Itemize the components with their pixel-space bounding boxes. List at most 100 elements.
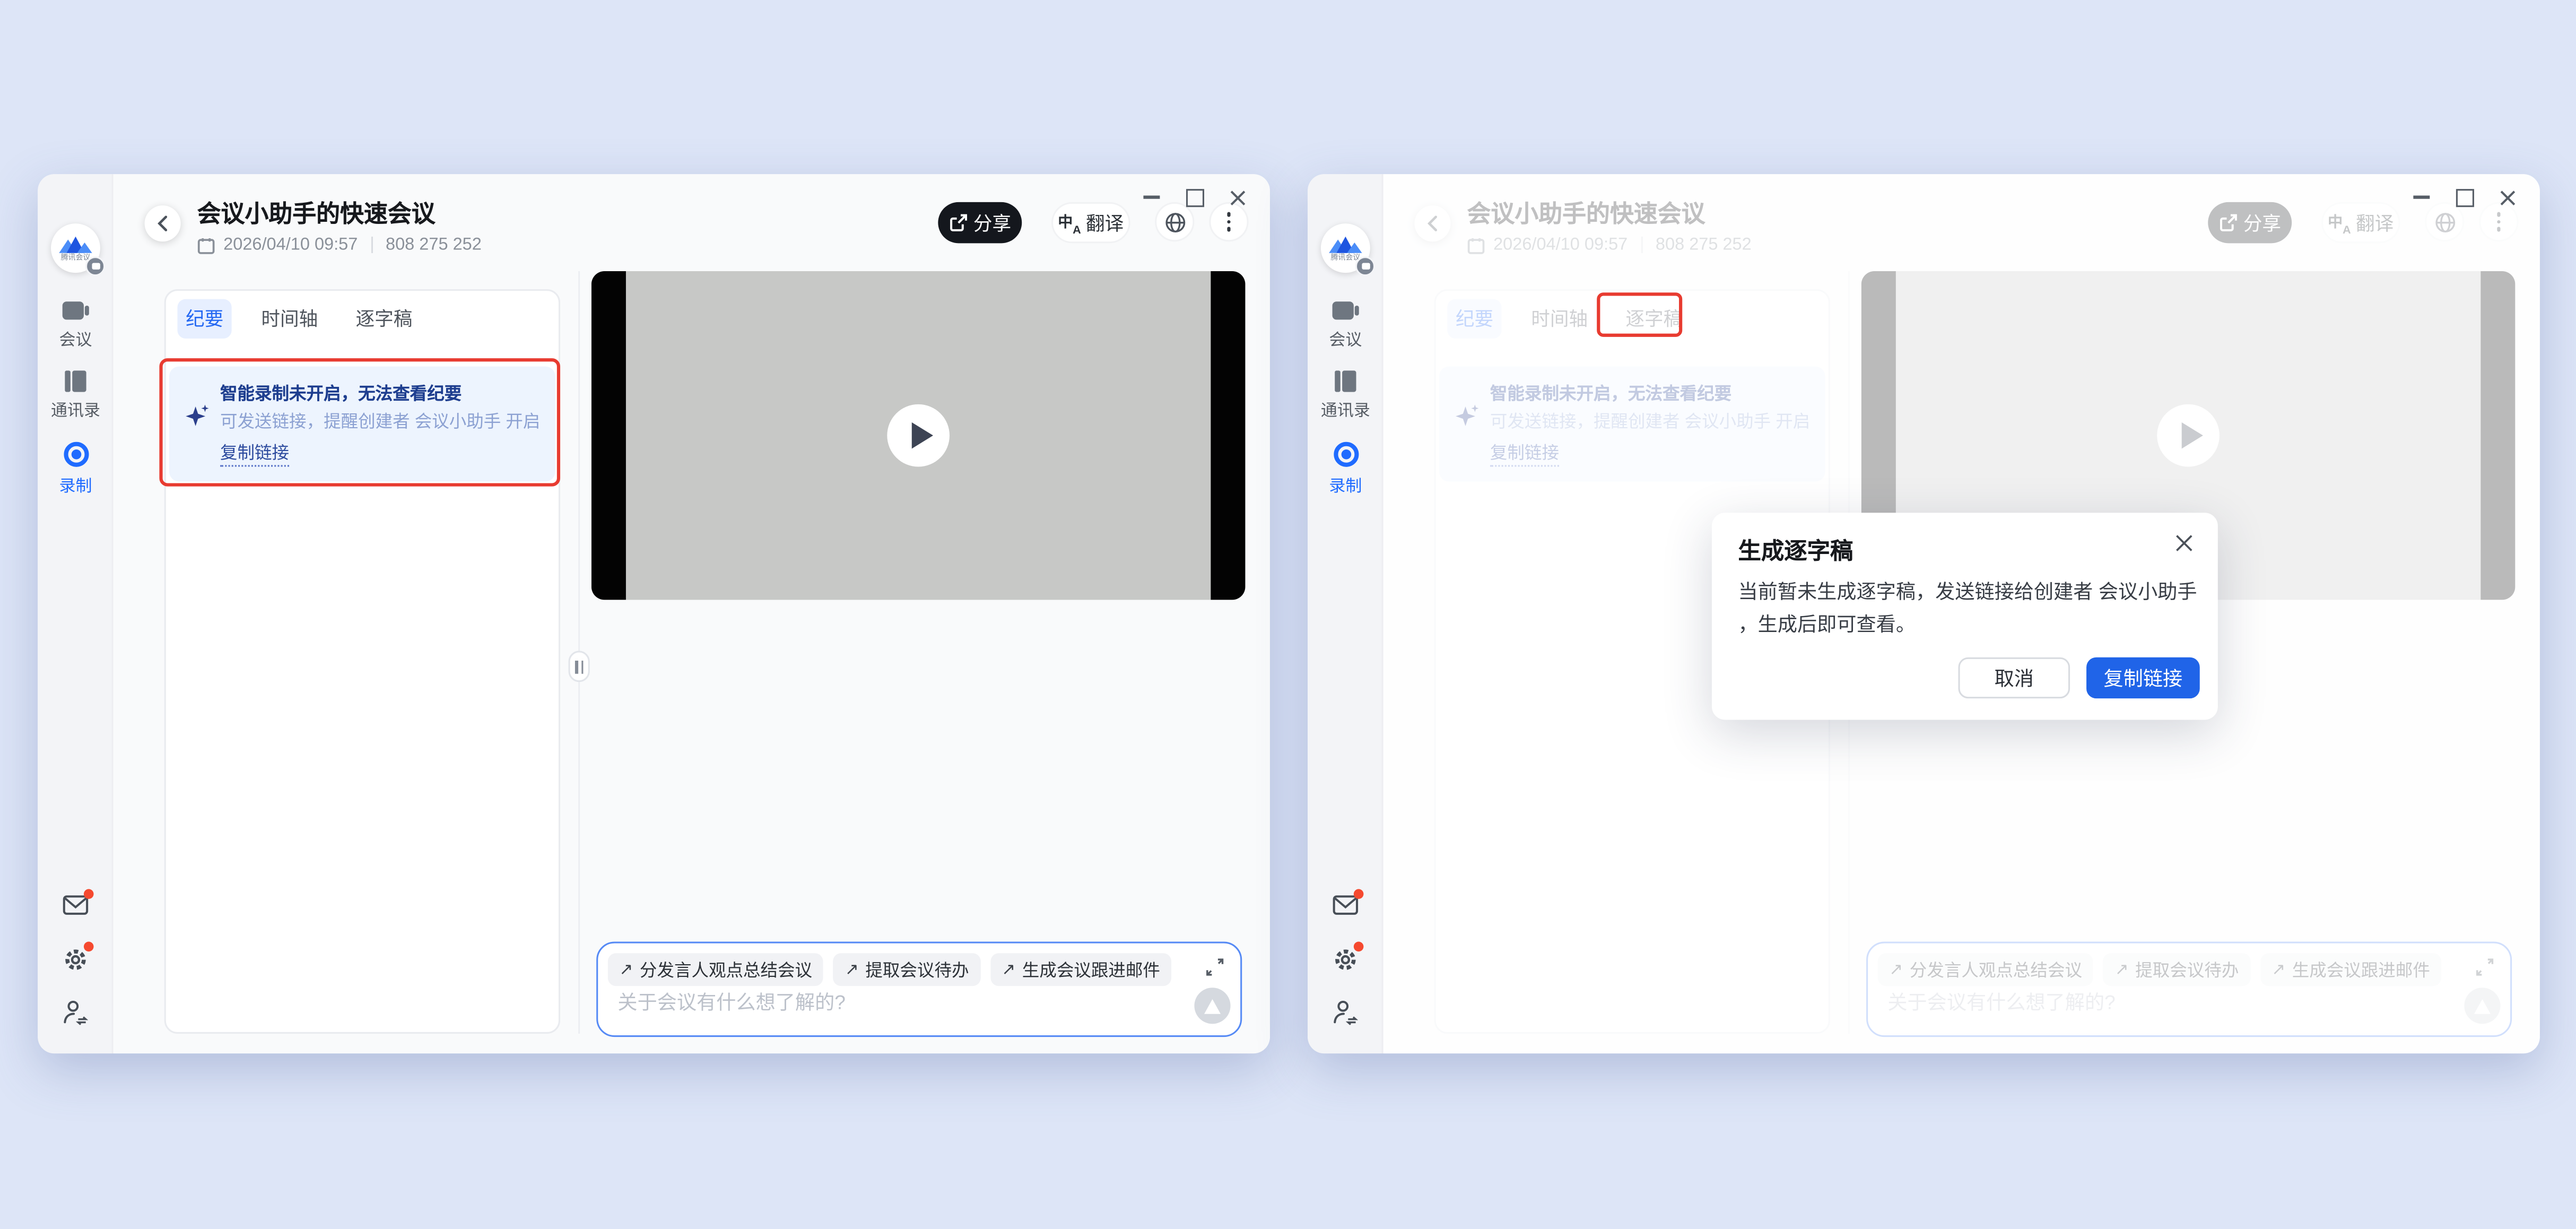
sidebar-item-contacts[interactable]: 通讯录 [38,370,113,421]
notification-dot [84,942,94,952]
translate-label: 翻译 [1086,210,1124,236]
meeting-window-right: 腾讯会议 会议 通讯录 [1308,174,2540,1053]
settings-button[interactable] [1333,947,1359,973]
notes-tabs: 纪要 时间轴 逐字稿 [177,299,420,339]
back-button[interactable] [145,205,181,241]
external-arrow-icon: ↗ [845,960,859,979]
main-content: 会议小助手的快速会议 2026/04/10 09:57 808 275 252 … [114,174,1270,1053]
calendar-icon [197,236,215,254]
app-sidebar: 腾讯会议 会议 通讯录 [1308,174,1383,1053]
play-button[interactable] [887,404,950,467]
dialog-close-button[interactable] [2173,532,2196,555]
sidebar-item-recordings[interactable]: 录制 [38,440,113,496]
prompt-chip-label: 生成会议跟进邮件 [1022,957,1160,982]
main-content: 会议小助手的快速会议 2026/04/10 09:57 808 275 252 … [1383,174,2540,1053]
minimize-button[interactable] [1142,187,1161,207]
meeting-id: 808 275 252 [386,235,482,255]
sidebar-item-label: 通讯录 [1321,396,1370,420]
sparkle-icon [182,403,211,482]
maximize-button[interactable] [2455,187,2474,207]
workspace-badge-icon [1355,256,1375,276]
globe-icon [1164,211,1185,232]
video-letterbox-left [591,271,626,600]
notice-title: 智能录制未开启，无法查看纪要 [220,381,540,409]
window-controls [2412,187,2517,207]
record-icon [1331,440,1360,469]
inbox-button[interactable] [63,894,89,921]
contacts-book-icon [1333,370,1359,393]
recording-video-area [591,271,1246,600]
notification-dot [1354,942,1364,952]
notes-panel: 纪要 时间轴 逐字稿 智能录制未开启，无法查看纪要 可发送链接，提醒创建者 会议… [164,289,560,1034]
sidebar-item-label: 会议 [1329,325,1362,350]
inbox-button[interactable] [1333,894,1359,921]
camera-icon [61,299,91,322]
sidebar-item-meetings[interactable]: 会议 [38,299,113,350]
share-label: 分享 [973,210,1011,236]
minimize-button[interactable] [2412,187,2431,207]
close-button[interactable] [1227,187,1247,207]
close-icon [2173,532,2195,553]
meeting-meta: 2026/04/10 09:57 808 275 252 [197,235,482,255]
close-button[interactable] [2497,187,2517,207]
user-switch-icon [63,999,89,1026]
sidebar-item-label: 录制 [1329,472,1362,496]
switch-account-button[interactable] [63,999,89,1026]
sidebar-item-label: 通讯录 [51,396,100,420]
smart-recording-notice: 智能录制未开启，无法查看纪要 可发送链接，提醒创建者 会议小助手 开启 复制链接 [169,367,555,482]
notification-dot [1354,889,1364,899]
settings-button[interactable] [63,947,89,973]
dialog-actions: 取消 复制链接 [1959,657,2200,698]
sidebar-item-recordings[interactable]: 录制 [1308,440,1383,496]
meeting-title: 会议小助手的快速会议 [197,196,436,230]
prompt-chip-label: 分发言人观点总结会议 [640,957,812,982]
translate-button[interactable]: 中 A 翻译 [1051,202,1130,243]
app-sidebar: 腾讯会议 会议 通讯录 [38,174,113,1053]
tab-summary[interactable]: 纪要 [177,299,231,339]
notice-description: 可发送链接，提醒创建者 会议小助手 开启 [220,409,540,436]
sidebar-item-label: 录制 [59,472,92,496]
tencent-meeting-logo[interactable]: 腾讯会议 [1321,223,1370,273]
brand-m-icon [1327,235,1363,253]
chat-input[interactable] [617,991,1160,1014]
brand-label: 腾讯会议 [1330,254,1360,262]
sidebar-item-contacts[interactable]: 通讯录 [1308,370,1383,421]
brand-m-icon [57,235,93,253]
contacts-book-icon [63,370,89,393]
camera-icon [1330,299,1360,322]
generate-transcript-dialog: 生成逐字稿 当前暂未生成逐字稿，发送链接给创建者 会议小助手 ，生成后即可查看。… [1712,513,2218,720]
prompt-chip-summary-by-speaker[interactable]: ↗ 分发言人观点总结会议 [608,953,824,986]
record-icon [62,440,90,469]
share-icon [948,214,967,232]
sidebar-item-meetings[interactable]: 会议 [1308,299,1383,350]
cancel-button[interactable]: 取消 [1959,657,2070,698]
switch-account-button[interactable] [1333,999,1359,1026]
expand-chat-button[interactable] [1204,956,1225,986]
sidebar-item-label: 会议 [59,325,92,350]
panel-drag-handle[interactable] [569,651,590,682]
copy-link-button[interactable]: 复制链接 [2086,657,2200,698]
language-button[interactable] [1155,202,1194,241]
gear-icon [63,947,89,973]
prompt-chip-followup-email[interactable]: ↗ 生成会议跟进邮件 [990,953,1172,986]
gear-icon [1333,947,1359,973]
share-button[interactable]: 分享 [938,202,1022,243]
copy-link-action[interactable]: 复制链接 [220,440,289,466]
tencent-meeting-logo[interactable]: 腾讯会议 [51,223,100,273]
expand-icon [1204,956,1225,977]
send-button[interactable] [1194,988,1230,1024]
prompt-chips: ↗ 分发言人观点总结会议 ↗ 提取会议待办 ↗ 生成会议跟进邮件 [608,953,1172,986]
tab-timeline[interactable]: 时间轴 [253,299,326,339]
prompt-chip-extract-todos[interactable]: ↗ 提取会议待办 [833,953,980,986]
tab-transcript[interactable]: 逐字稿 [347,299,421,339]
meeting-window-left: 腾讯会议 会议 通讯录 [38,174,1270,1053]
notification-dot [84,889,94,899]
prompt-chip-label: 提取会议待办 [865,957,969,982]
more-button[interactable] [1209,202,1248,241]
ai-chat-inputbox: ↗ 分发言人观点总结会议 ↗ 提取会议待办 ↗ 生成会议跟进邮件 [596,942,1242,1037]
user-switch-icon [1333,999,1359,1026]
dialog-body-text: 当前暂未生成逐字稿，发送链接给创建者 会议小助手 ，生成后即可查看。 [1738,575,2198,642]
maximize-button[interactable] [1185,187,1204,207]
close-icon [2498,188,2516,206]
brand-label: 腾讯会议 [61,254,91,262]
